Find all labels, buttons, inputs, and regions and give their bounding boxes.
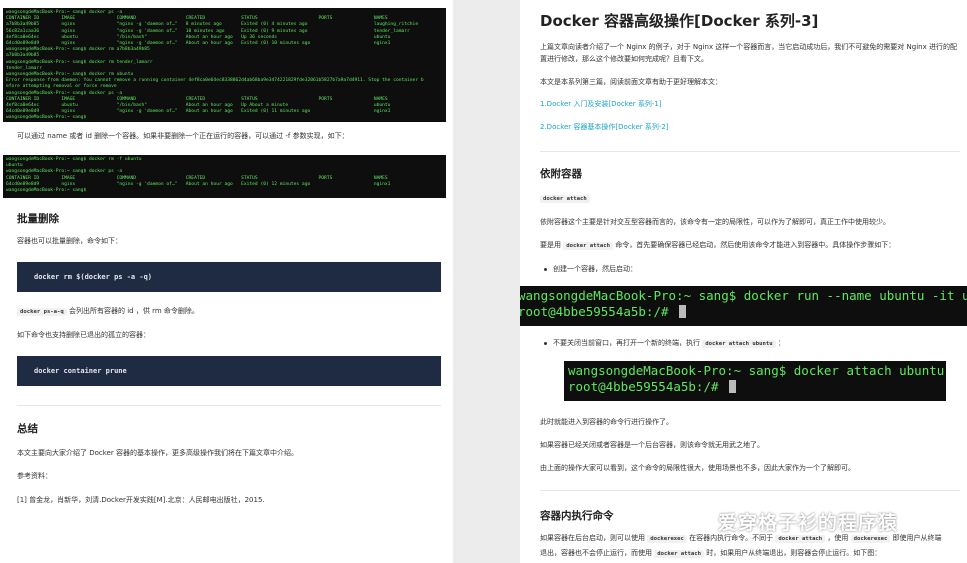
para-enter-container: 此时就能进入到容器的命令行进行操作了。 bbox=[540, 418, 673, 426]
divider bbox=[540, 490, 960, 491]
divider bbox=[17, 405, 441, 406]
inline-code-exec-1: dockerexec bbox=[647, 535, 687, 543]
inline-code-attach: docker attach bbox=[540, 195, 590, 203]
terminal-line: a7b8b3a49b85 nginx "nginx -g 'daemon of…… bbox=[6, 22, 419, 28]
page-title: Docker 容器高级操作[Docker 系列-3] bbox=[540, 12, 819, 30]
terminal-screenshot-docker-run: wangsongdeMacBook-Pro:~ sang$ docker run… bbox=[520, 286, 967, 326]
code-rm-all: docker rm $(docker ps -a -q) bbox=[34, 273, 153, 281]
wechat-icon bbox=[676, 507, 710, 534]
inline-code-exec-3: dockerexec bbox=[850, 535, 891, 543]
heading-exec: 容器内执行命令 bbox=[540, 510, 614, 522]
right-article-panel: Docker 容器高级操作[Docker 系列-3] 上篇文章向读者介绍了一个 … bbox=[520, 0, 967, 563]
heading-summary: 总结 bbox=[17, 423, 38, 435]
para-attach-limit: 由上面的操作大家可以看到，这个命令的局限性很大，使用场景也不多，因此大家作为一个… bbox=[540, 464, 855, 472]
terminal-screenshot-rm-force: wangsongdeMacBook-Pro:~ sang$ docker rm … bbox=[3, 155, 446, 198]
para-intro: 上篇文章向读者介绍了一个 Nginx 的例子，对于 Nginx 这样一个容器而言… bbox=[540, 43, 957, 63]
link-docker-series-2[interactable]: 2.Docker 容器基本操作[Docker 系列-2] bbox=[540, 122, 669, 132]
attach-req-text-1: 要是用 bbox=[540, 241, 561, 249]
terminal-line: CONTAINER ID IMAGE COMMAND CREATED STATU… bbox=[6, 175, 388, 181]
inline-code-exec-2: docker attach bbox=[775, 535, 826, 543]
para-batch-delete: 容器也可以批量删除，命令如下： bbox=[17, 237, 122, 245]
reference-item: [1] 曾金龙，肖新华，刘清.Docker开发实践[M].北京：人民邮电出版社，… bbox=[17, 496, 265, 504]
bullet-2-end: ： bbox=[777, 339, 785, 347]
para-exec-line-2: 退出，容器也不会停止运行，而使用 docker attach 时，如果用户从终端… bbox=[540, 548, 881, 559]
para-exit-container: 如果容器已经关闭或者容器是一个后台容器，则该命令就无用武之地了。 bbox=[540, 441, 764, 449]
terminal-line: 56c82a1caa36 nginx "nginx -g 'daemon of…… bbox=[6, 28, 410, 34]
para-ps-desc: docker ps-a-q 会列出所有容器的 id ，供 rm 命令删除。 bbox=[17, 306, 199, 317]
wechat-watermark: 爱穿格子衫的程序猿 bbox=[676, 507, 898, 535]
attach-cmd-line: docker attach bbox=[540, 193, 590, 204]
bullet-attach-ubuntu: 不要关闭当前窗口，再打开一个新的终端，执行 docker attach ubun… bbox=[553, 338, 785, 349]
terminal-line: wangsongdeMacBook-Pro:~ sang$ docker run… bbox=[520, 288, 967, 303]
exec-text-1: 如果容器在后台启动，则可以使用 bbox=[540, 534, 645, 542]
refs-label: 参考资料： bbox=[17, 472, 52, 480]
inline-code-attach-req: docker attach bbox=[563, 242, 614, 250]
code-block-prune: docker container prune bbox=[17, 356, 441, 386]
code-prune: docker container prune bbox=[34, 367, 127, 375]
terminal-screenshot-docker-attach: wangsongdeMacBook-Pro:~ sang$ docker att… bbox=[564, 361, 946, 401]
exec-text-6: 时，如果用户从终端退出，则容器会停止运行。如下图： bbox=[706, 549, 882, 557]
para-attach-req: 要是用 docker attach 命令，首先要确保容器已经启动，然后使用该命令… bbox=[540, 240, 895, 251]
exec-text-5: 退出，容器也不会停止运行，而使用 bbox=[540, 549, 652, 557]
watermark-text: 爱穿格子衫的程序猿 bbox=[718, 511, 899, 534]
bullet-2-text: 不要关闭当前窗口，再打开一个新的终端，执行 bbox=[553, 339, 700, 347]
ps-desc-text: 会列出所有容器的 id ，供 rm 命令删除。 bbox=[69, 307, 199, 315]
terminal-line: root@4bbe59554a5b:/# bbox=[520, 304, 963, 320]
terminal-line: wangsongdeMacBook-Pro:~ sang$ bbox=[6, 115, 87, 121]
bullet-create-container: 创建一个容器，然后启动： bbox=[553, 265, 637, 273]
terminal-line: wangsongdeMacBook-Pro:~ sang$ bbox=[6, 188, 87, 194]
inline-code-exec-4: docker attach bbox=[654, 550, 705, 558]
para-attach-desc: 依附容器这个主要是针对交互型容器而言的，该命令有一定的局限性，可以作为了解即可，… bbox=[540, 218, 890, 226]
terminal-cursor bbox=[679, 305, 687, 318]
para-series-intro: 本文是本系列第三篇，阅读前面文章有助于更好理解本文： bbox=[540, 78, 722, 86]
attach-req-text-2: 命令，首先要确保容器已经启动，然后使用该命令才能进入到容器中。具体操作步骤如下： bbox=[615, 241, 896, 249]
exec-text-3: ，使用 bbox=[827, 534, 849, 542]
bullet-dot bbox=[544, 268, 547, 271]
bullet-dot bbox=[544, 342, 547, 345]
divider bbox=[540, 151, 960, 152]
left-article-panel: wangsongdeMacBook-Pro:~ sang$ docker ps … bbox=[0, 0, 453, 563]
inline-code-attach-ubuntu: docker attach ubuntu bbox=[702, 340, 776, 348]
link-docker-series-1[interactable]: 1.Docker 入门及安装[Docker 系列-1] bbox=[540, 99, 662, 109]
para-remove-container: 可以通过 name 或者 id 删除一个容器。如果非要删除一个正在运行的容器，可… bbox=[17, 132, 349, 140]
heading-batch-delete: 批量删除 bbox=[17, 213, 59, 225]
terminal-cursor bbox=[729, 380, 737, 393]
exec-text-2: 在容器内执行命令。不同于 bbox=[689, 534, 774, 542]
exec-text-4: 即使用户从终端 bbox=[892, 534, 942, 542]
code-block-rm-all: docker rm $(docker ps -a -q) bbox=[17, 262, 441, 292]
para-prune: 如下命令也支持删除已退出的孤立的容器： bbox=[17, 331, 150, 339]
heading-attach: 依附容器 bbox=[540, 168, 582, 180]
terminal-screenshot-ps-rm: wangsongdeMacBook-Pro:~ sang$ docker ps … bbox=[3, 8, 446, 122]
terminal-line: root@4bbe59554a5b:/# bbox=[568, 379, 942, 395]
para-summary: 本文主要向大家介绍了 Docker 容器的基本操作，更多高级操作我们将在下篇文章… bbox=[17, 449, 298, 457]
terminal-line: wangsongdeMacBook-Pro:~ sang$ docker att… bbox=[568, 363, 945, 378]
inline-code-ps: docker ps-a-q bbox=[17, 308, 67, 316]
